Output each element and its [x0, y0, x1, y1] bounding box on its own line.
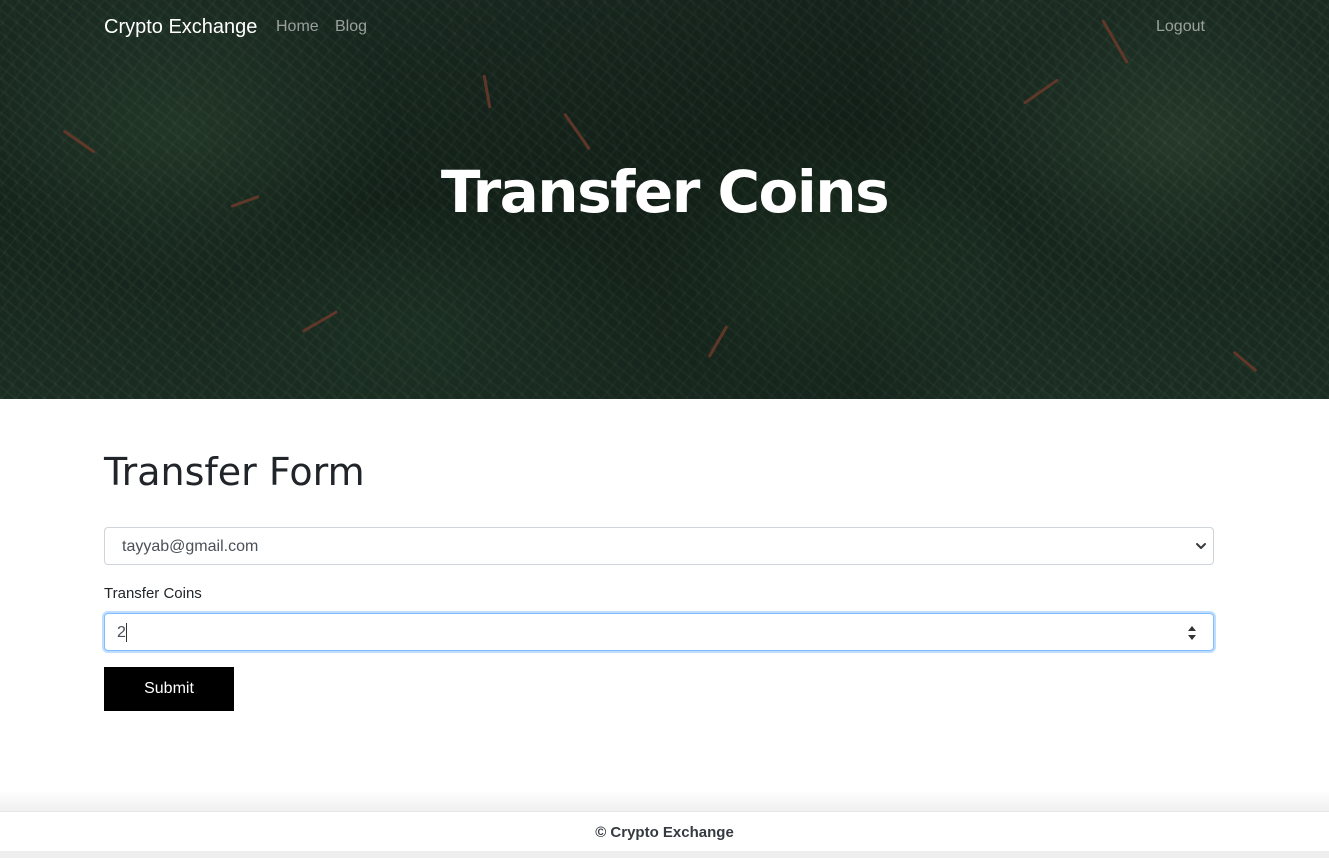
footer: © Crypto Exchange: [0, 811, 1329, 851]
form-title: Transfer Form: [104, 450, 365, 494]
amount-value: 2: [117, 624, 126, 641]
logout-link[interactable]: Logout: [1156, 18, 1205, 36]
navbar: Crypto Exchange Home Blog Logout: [0, 0, 1329, 56]
hero-texture: [563, 112, 591, 151]
nav-home-link[interactable]: Home: [276, 18, 319, 36]
text-caret: [126, 623, 127, 642]
submit-button[interactable]: Submit: [104, 667, 234, 711]
footer-shadow: [0, 790, 1329, 811]
hero-banner: Crypto Exchange Home Blog Logout Transfe…: [0, 0, 1329, 399]
transfer-amount-input[interactable]: 2: [104, 613, 1214, 651]
hero-texture: [707, 325, 729, 358]
amount-label: Transfer Coins: [104, 585, 202, 602]
brand-link[interactable]: Crypto Exchange: [104, 16, 257, 39]
hero-title: Transfer Coins: [440, 158, 890, 226]
hero-texture: [62, 129, 96, 154]
recipient-selected-value: tayyab@gmail.com: [122, 538, 259, 555]
hero-texture: [1022, 78, 1060, 105]
hero-texture: [301, 310, 339, 333]
footer-bottom-strip: [0, 851, 1329, 858]
footer-copyright: © Crypto Exchange: [595, 824, 734, 841]
hero-texture: [1232, 350, 1258, 373]
chevron-down-icon: [1196, 543, 1206, 549]
spinner-arrows-icon[interactable]: [1187, 624, 1197, 642]
recipient-select[interactable]: tayyab@gmail.com: [104, 527, 1214, 565]
hero-texture: [482, 74, 492, 109]
nav-blog-link[interactable]: Blog: [335, 18, 367, 36]
